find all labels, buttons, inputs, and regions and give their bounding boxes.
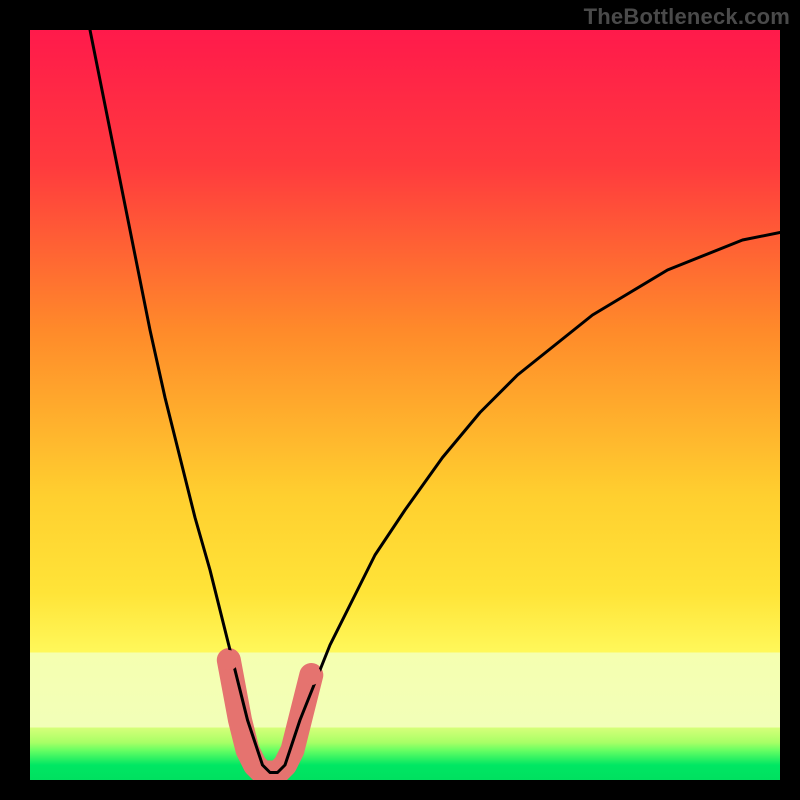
gradient-background [30, 30, 780, 780]
chart-svg [30, 30, 780, 780]
plot-area [30, 30, 780, 780]
highlight-dot-right [301, 665, 321, 685]
highlight-dot-left [219, 650, 239, 670]
watermark-text: TheBottleneck.com [584, 4, 790, 30]
chart-frame: TheBottleneck.com [0, 0, 800, 800]
